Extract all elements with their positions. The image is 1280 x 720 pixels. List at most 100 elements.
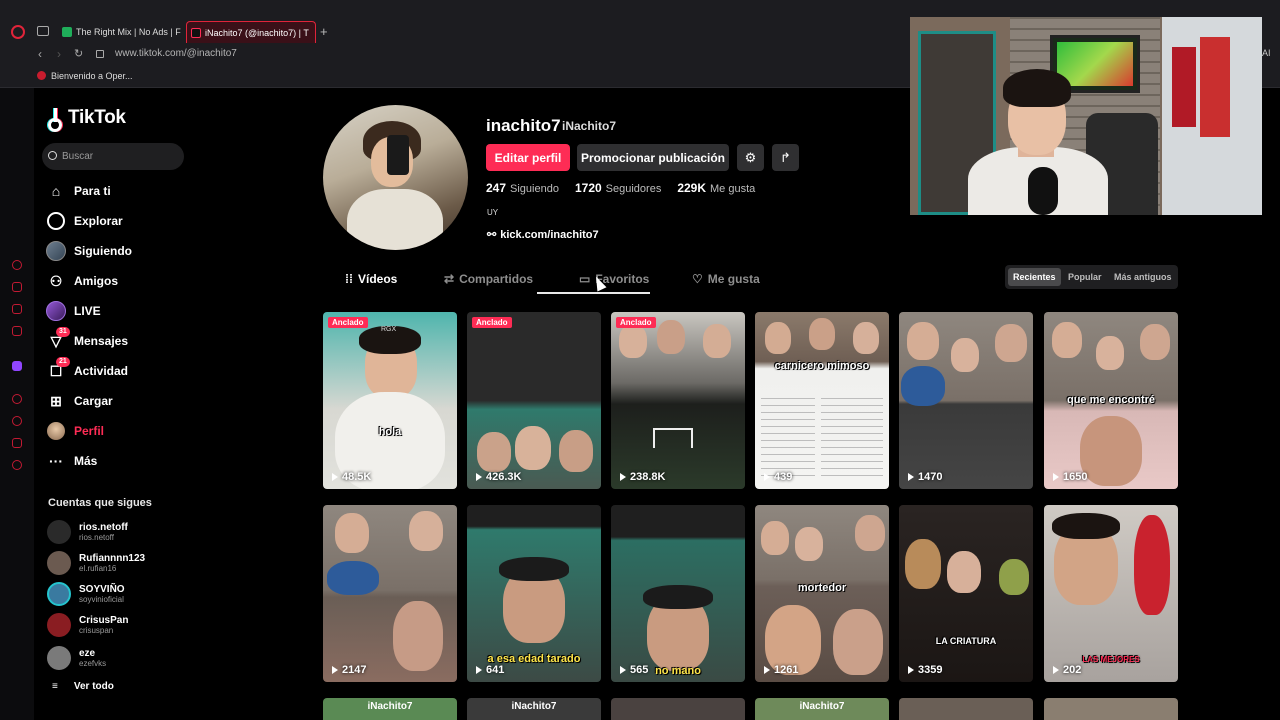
tab-hover-underline: [537, 292, 650, 294]
friends-icon: ⚇: [49, 272, 63, 289]
following-stat[interactable]: 247 Siguiendo: [486, 181, 559, 195]
tab-me-gusta[interactable]: ♡ Me gusta: [692, 272, 760, 286]
tab-videos[interactable]: ⁞⁞ Vídeos: [345, 272, 397, 286]
tab-label: The Right Mix | No Ads | F: [76, 27, 181, 37]
live-icon: [46, 301, 66, 321]
list-icon: ≡: [52, 681, 58, 692]
video-thumbnail[interactable]: RGX Anclado hola 48.5K: [323, 312, 457, 489]
tiktok-logo[interactable]: TikTok: [48, 107, 126, 132]
video-thumbnail[interactable]: 1470: [899, 312, 1033, 489]
video-thumbnail[interactable]: Anclado 238.8K: [611, 312, 745, 489]
video-thumbnail[interactable]: LAS MEJORES 202: [1044, 505, 1178, 682]
forward-arrow-icon[interactable]: ›: [57, 47, 61, 61]
nav-mensajes[interactable]: ▽ 31 Mensajes: [46, 327, 216, 353]
plus-icon[interactable]: +: [320, 24, 328, 39]
nav-explorar[interactable]: Explorar: [46, 209, 216, 233]
promote-post-button[interactable]: Promocionar publicación: [577, 144, 729, 171]
nav-label: Cargar: [74, 394, 113, 408]
video-thumbnail[interactable]: carnicero mimoso 439: [755, 312, 889, 489]
play-icon: [620, 473, 626, 481]
nav-label: Perfil: [74, 424, 105, 438]
twitch-icon[interactable]: [12, 361, 22, 371]
nav-actividad[interactable]: ☐ 21 Actividad: [46, 357, 216, 383]
send-icon[interactable]: [12, 438, 22, 448]
video-thumbnail[interactable]: iNachito7: [755, 698, 889, 720]
browser-tab[interactable]: The Right Mix | No Ads | F: [58, 21, 182, 43]
player-icon[interactable]: [12, 394, 22, 404]
video-thumbnail[interactable]: que me encontré 1650: [1044, 312, 1178, 489]
nav-live[interactable]: LIVE: [46, 299, 216, 323]
sort-recent[interactable]: Recientes: [1008, 268, 1061, 286]
nav-label: LIVE: [74, 304, 101, 318]
inbox-icon: ▽ 31: [46, 327, 70, 351]
opera-logo-icon[interactable]: [11, 25, 25, 39]
avatar: [47, 582, 71, 606]
sort-oldest[interactable]: Más antiguos: [1109, 268, 1177, 286]
video-thumbnail[interactable]: Anclado 426.3K: [467, 312, 601, 489]
nav-perfil[interactable]: Perfil: [46, 419, 216, 443]
ai-button[interactable]: AI: [1262, 48, 1271, 58]
reload-icon[interactable]: ↻: [74, 47, 83, 60]
search-input[interactable]: [62, 143, 177, 170]
followers-stat[interactable]: 1720 Seguidores: [575, 181, 661, 195]
see-all-link[interactable]: ≡ Ver todo: [52, 681, 114, 692]
share-icon[interactable]: ↱: [772, 144, 799, 171]
nav-para-ti[interactable]: ⌂ Para ti: [46, 179, 216, 203]
play-icon: [620, 666, 626, 674]
nav-mas[interactable]: ··· Más: [46, 449, 216, 473]
instagram-icon[interactable]: [12, 326, 22, 336]
video-thumbnail[interactable]: 2147: [323, 505, 457, 682]
video-thumbnail[interactable]: [899, 698, 1033, 720]
pinned-badge: Anclado: [616, 317, 656, 328]
tab-label: Compartidos: [459, 272, 534, 286]
bag-icon[interactable]: [12, 282, 22, 292]
settings-gear-icon[interactable]: ⚙: [737, 144, 764, 171]
profile-bio: UY: [487, 208, 499, 217]
history-icon[interactable]: [12, 260, 22, 270]
pinned-badge: Anclado: [328, 317, 368, 328]
play-icon: [332, 473, 338, 481]
video-thumbnail[interactable]: mortedor 1261: [755, 505, 889, 682]
messenger-icon[interactable]: [12, 304, 22, 314]
search-box[interactable]: [42, 143, 184, 170]
url-field[interactable]: www.tiktok.com/@inachito7: [115, 48, 237, 59]
view-count: 1470: [908, 471, 942, 483]
profile-avatar[interactable]: [323, 105, 468, 250]
settings-icon[interactable]: [12, 460, 22, 470]
view-count: 565: [620, 664, 648, 676]
activity-icon: ☐ 21: [46, 357, 70, 381]
nav-siguiendo[interactable]: Siguiendo: [46, 239, 216, 263]
avatar: [47, 520, 71, 544]
back-arrow-icon[interactable]: ‹: [38, 47, 42, 61]
video-caption: LAS MEJORES: [1082, 655, 1140, 664]
nav-amigos[interactable]: ⚇ Amigos: [46, 269, 216, 293]
following-account[interactable]: SOYVIÑO soyvinioficial: [47, 580, 125, 608]
video-thumbnail[interactable]: no mano 565: [611, 505, 745, 682]
edit-profile-button[interactable]: Editar perfil: [486, 144, 570, 171]
play-icon: [908, 666, 914, 674]
profile-link[interactable]: ⚯ kick.com/inachito7: [487, 228, 599, 242]
play-icon: [476, 666, 482, 674]
tab-list-icon[interactable]: [37, 26, 49, 36]
following-account[interactable]: Rufiannnn123 el.rufian16: [47, 549, 145, 577]
likes-stat: 229K Me gusta: [677, 181, 756, 195]
following-account[interactable]: CrisusPan crisuspan: [47, 611, 128, 639]
tab-favoritos[interactable]: ▭ Favoritos: [579, 272, 649, 286]
video-thumbnail[interactable]: iNachito7: [467, 698, 601, 720]
heart-icon: ♡: [692, 272, 703, 286]
video-thumbnail[interactable]: LA CRIATURA 3359: [899, 505, 1033, 682]
video-thumbnail[interactable]: [611, 698, 745, 720]
following-account[interactable]: rios.netoff rios.netoff: [47, 518, 128, 546]
account-handle: rios.netoff: [79, 532, 114, 542]
browser-tab-active[interactable]: iNachito7 (@inachito7) | T: [186, 21, 316, 43]
badge-count: 21: [56, 357, 70, 367]
bookmark-link[interactable]: Bienvenido a Oper...: [51, 71, 133, 81]
nav-cargar[interactable]: ⊞ Cargar: [46, 389, 216, 413]
following-account[interactable]: eze ezefvks: [47, 644, 106, 672]
video-thumbnail[interactable]: [1044, 698, 1178, 720]
video-thumbnail[interactable]: iNachito7: [323, 698, 457, 720]
video-thumbnail[interactable]: a esa edad tarado 641: [467, 505, 601, 682]
clock-icon[interactable]: [12, 416, 22, 426]
tab-compartidos[interactable]: ⇄ Compartidos: [444, 272, 533, 286]
sort-popular[interactable]: Popular: [1063, 268, 1107, 286]
